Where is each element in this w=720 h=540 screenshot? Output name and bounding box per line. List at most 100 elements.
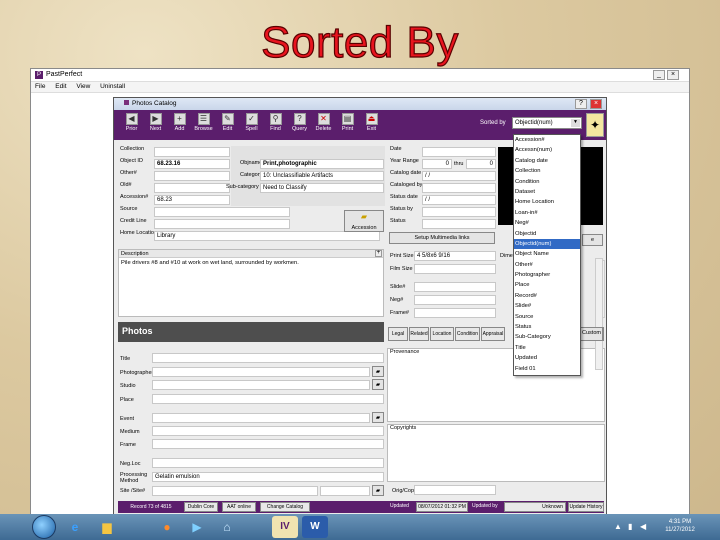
menu-uninstall[interactable]: Uninstall — [100, 83, 125, 90]
studio-field[interactable] — [152, 380, 370, 390]
tray-network-icon[interactable]: ▮ — [628, 522, 632, 531]
frame-field[interactable] — [152, 439, 384, 449]
tab-related[interactable]: Related — [409, 327, 429, 341]
change-catalog-button[interactable]: Change Catalog — [260, 502, 310, 512]
sort-option[interactable]: Neg# — [514, 218, 580, 228]
ie-icon[interactable]: e — [62, 516, 88, 538]
tab-condition[interactable]: Condition — [455, 327, 480, 341]
object-id-field[interactable]: 68.23.16 — [154, 159, 230, 169]
help-wizard-icon[interactable]: ✦ — [586, 113, 604, 137]
sort-option[interactable]: Other# — [514, 260, 580, 270]
pastperfect-icon[interactable]: IV — [272, 516, 298, 538]
medium-field[interactable] — [152, 426, 384, 436]
dublin-core-button[interactable]: Dublin Core — [184, 502, 218, 512]
cataloged-by-field[interactable] — [422, 183, 496, 193]
exit-button[interactable]: ⏏ Exit — [360, 113, 383, 137]
sort-dropdown-list[interactable]: Accession# Accessn(num) Catalog date Collec… — [513, 134, 581, 376]
tab-legal[interactable]: Legal — [388, 327, 408, 341]
place-field[interactable] — [152, 394, 384, 404]
status-by-field[interactable] — [422, 207, 496, 217]
spell-button[interactable]: ✓ Spell — [240, 113, 263, 137]
accession-lookup-button[interactable]: ▰ Accession — [344, 210, 384, 232]
aat-online-button[interactable]: AAT online — [222, 502, 256, 512]
year-from-field[interactable]: 0 — [422, 159, 452, 169]
edit-button[interactable]: ✎ Edit — [216, 113, 239, 137]
home-location-field[interactable]: Library — [154, 231, 380, 241]
accession-field[interactable]: 68.23 — [154, 195, 230, 205]
sort-option[interactable]: Place — [514, 280, 580, 290]
title-field[interactable] — [152, 353, 384, 363]
browse-button[interactable]: ☰ Browse — [192, 113, 215, 137]
right-panel-scrollbar[interactable] — [595, 258, 603, 370]
sort-option[interactable]: Home Location — [514, 197, 580, 207]
firefox-icon[interactable]: ● — [154, 516, 180, 538]
site-num-field[interactable] — [320, 486, 370, 496]
sort-option[interactable]: Object Name — [514, 249, 580, 259]
sort-option[interactable]: Dataset — [514, 187, 580, 197]
subcategory-field[interactable]: Need to Classify — [260, 183, 384, 193]
sort-option[interactable]: Collection — [514, 166, 580, 176]
studio-lookup-icon[interactable]: ▰ — [372, 379, 384, 390]
catalog-close-button[interactable]: × — [590, 99, 602, 109]
start-button[interactable] — [32, 515, 56, 539]
copyrights-box[interactable]: Copyrights — [387, 424, 605, 482]
old-field[interactable] — [154, 183, 230, 193]
expand-icon[interactable]: + — [375, 250, 382, 257]
sort-option[interactable]: Objectid(num) — [514, 238, 580, 250]
sort-option[interactable]: Condition — [514, 177, 580, 187]
sort-option[interactable]: Updated — [514, 353, 580, 363]
neg-field[interactable] — [414, 295, 496, 305]
site-field[interactable] — [152, 486, 318, 496]
description-box[interactable]: Description Pile drivers #8 and #10 at w… — [118, 249, 384, 317]
sort-option[interactable]: Status — [514, 322, 580, 332]
menu-file[interactable]: File — [35, 83, 45, 90]
category-field[interactable]: 10: Unclassifiable Artifacts — [260, 171, 384, 181]
menu-edit[interactable]: Edit — [55, 83, 66, 90]
event-field[interactable] — [152, 413, 370, 423]
source-field[interactable] — [154, 207, 290, 217]
status-date-field[interactable]: / / — [422, 195, 496, 205]
tray-volume-icon[interactable]: ◀ — [640, 522, 646, 531]
film-size-field[interactable] — [414, 264, 496, 274]
year-to-field[interactable]: 0 — [466, 159, 496, 169]
tab-custom-right[interactable]: Custom — [580, 327, 603, 341]
processing-method-field[interactable]: Gelatin emulsion — [152, 472, 384, 482]
frame-num-field[interactable] — [414, 308, 496, 318]
media-icon[interactable]: ▶ — [184, 516, 210, 538]
word-icon[interactable]: W — [302, 516, 328, 538]
sort-option[interactable]: Slide# — [514, 301, 580, 311]
orig-copy-select[interactable] — [414, 485, 496, 495]
catalog-help-button[interactable]: ? — [575, 99, 587, 109]
tab-location[interactable]: Location — [430, 327, 454, 341]
sort-option[interactable]: Title — [514, 343, 580, 353]
tab-appraisal[interactable]: Appraisal — [481, 327, 505, 341]
sort-option[interactable]: Catalog date — [514, 156, 580, 166]
find-button[interactable]: ⚲ Find — [264, 113, 287, 137]
credit-line-field[interactable] — [154, 219, 290, 229]
print-button[interactable]: ▤ Print — [336, 113, 359, 137]
minimize-button[interactable]: _ — [653, 70, 665, 80]
delete-button[interactable]: ✕ Delete — [312, 113, 335, 137]
explorer-icon[interactable]: ▆ — [94, 516, 120, 538]
sort-option[interactable]: Source — [514, 312, 580, 322]
sorted-by-select[interactable]: Objectid(num) ▼ — [512, 117, 582, 129]
sort-option[interactable]: Sub-Category — [514, 332, 580, 342]
sort-option[interactable]: Field 01 — [514, 364, 580, 374]
slide-field[interactable] — [414, 282, 496, 292]
query-button[interactable]: ? Query — [288, 113, 311, 137]
collection-field[interactable] — [154, 147, 230, 157]
setup-multimedia-button[interactable]: Setup Multimedia links — [389, 232, 495, 244]
sort-option[interactable]: Photographer — [514, 270, 580, 280]
taskbar-clock[interactable]: 4:31 PM 11/27/2012 — [650, 518, 710, 534]
tray-flag-icon[interactable]: ▲ — [614, 522, 622, 531]
sort-option[interactable]: Loan-in# — [514, 208, 580, 218]
neg-loc-field[interactable] — [152, 458, 384, 468]
photographer-lookup-icon[interactable]: ▰ — [372, 366, 384, 377]
sort-option[interactable]: Record# — [514, 291, 580, 301]
sort-option[interactable]: Accessn(num) — [514, 145, 580, 155]
photographer-field[interactable] — [152, 367, 370, 377]
network-icon[interactable]: ⌂ — [214, 516, 240, 538]
objname-field[interactable]: Print,photographic — [260, 159, 384, 169]
catalog-date-field[interactable]: / / — [422, 171, 496, 181]
other-field[interactable] — [154, 171, 230, 181]
